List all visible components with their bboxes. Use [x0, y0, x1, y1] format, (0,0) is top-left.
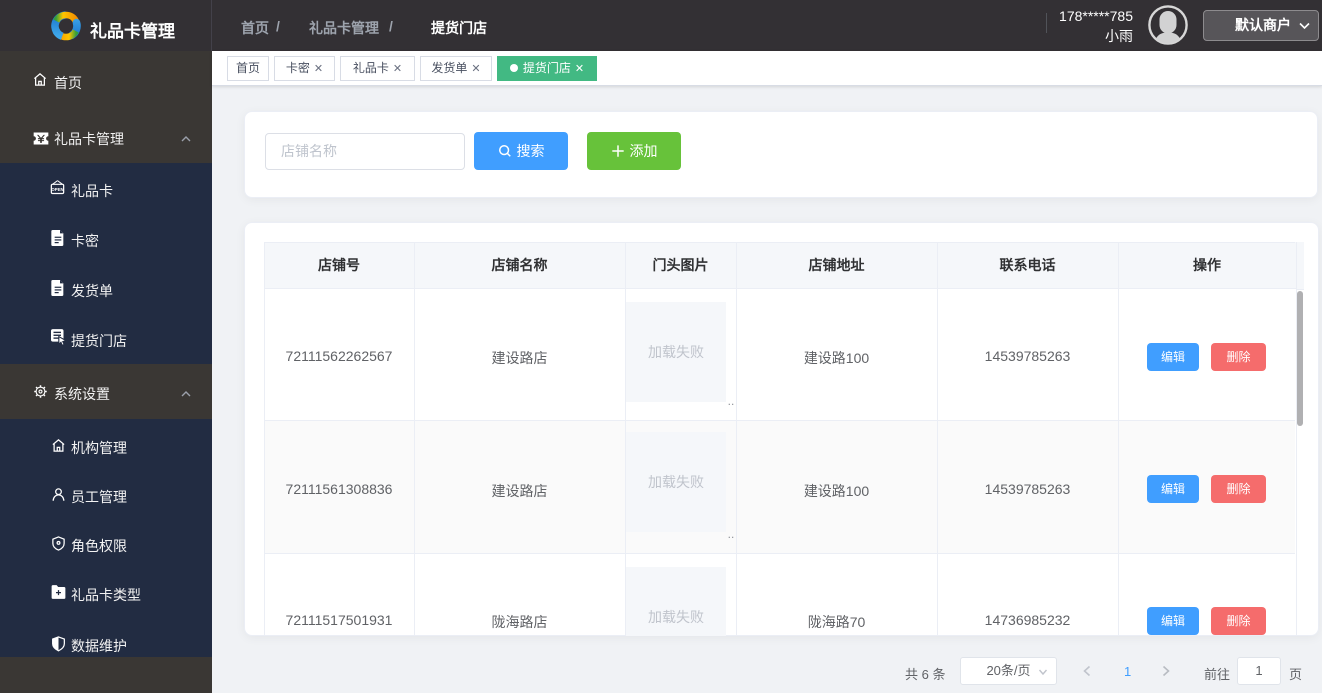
svg-text:OPEN: OPEN	[51, 187, 63, 192]
